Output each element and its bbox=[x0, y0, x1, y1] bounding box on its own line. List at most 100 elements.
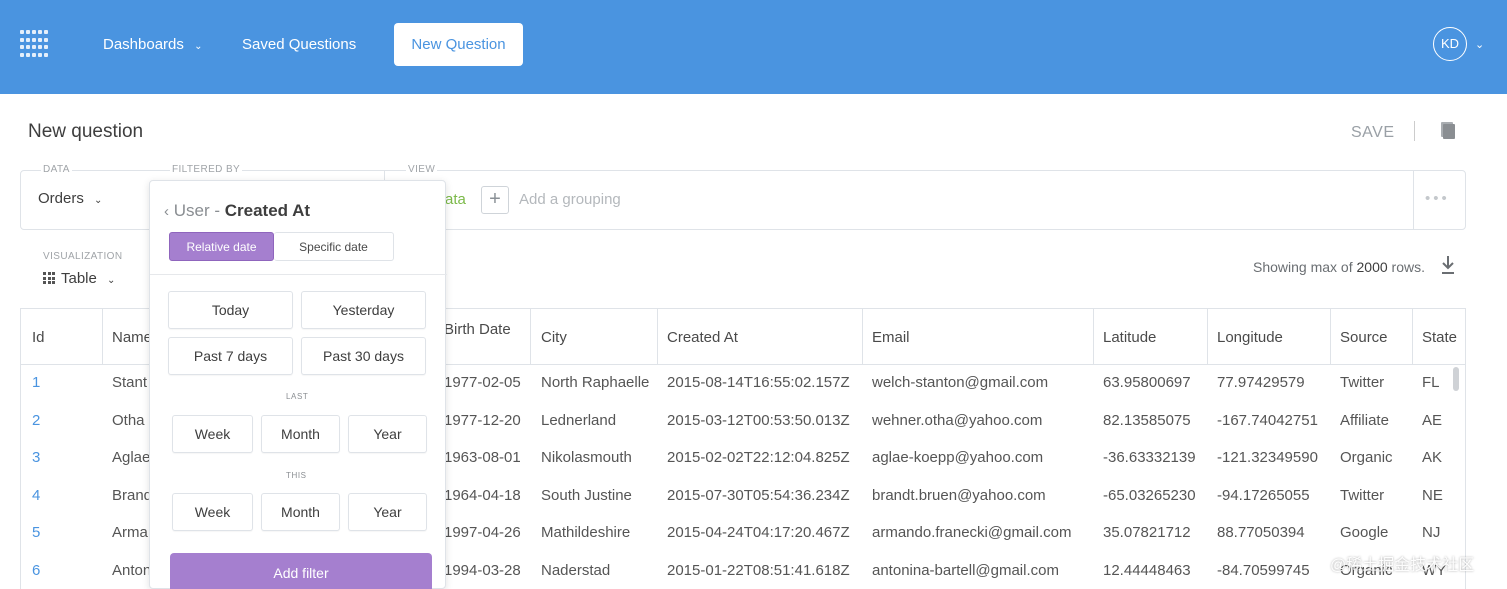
table-cell-email: brandt.bruen@yahoo.com bbox=[872, 486, 1046, 504]
nav-dashboards-label: Dashboards bbox=[103, 36, 184, 53]
table-cell-source: Google bbox=[1340, 524, 1389, 541]
chevron-down-icon[interactable]: ⌄ bbox=[1475, 38, 1484, 51]
past-30-days-button[interactable]: Past 30 days bbox=[301, 337, 426, 375]
filter-field-breadcrumb[interactable]: ‹ User - Created At bbox=[164, 201, 310, 221]
table-cell-name: Arma bbox=[112, 524, 148, 541]
nav-saved-questions[interactable]: Saved Questions bbox=[242, 36, 356, 53]
this-year-button[interactable]: Year bbox=[348, 493, 427, 531]
document-icon[interactable] bbox=[1440, 121, 1455, 139]
table-cell-city: Naderstad bbox=[541, 561, 611, 579]
past-7-days-button[interactable]: Past 7 days bbox=[168, 337, 293, 375]
table-cell-source: Affiliate bbox=[1340, 411, 1389, 429]
table-cell-id[interactable]: 4 bbox=[32, 487, 40, 504]
nav-dashboards[interactable]: Dashboards ⌄ bbox=[103, 36, 202, 53]
tab-specific-date[interactable]: Specific date bbox=[274, 232, 394, 261]
column-header-created-at[interactable]: Created At bbox=[667, 329, 738, 346]
row-count-value: 2000 bbox=[1356, 259, 1388, 275]
save-button[interactable]: SAVE bbox=[1351, 124, 1395, 142]
column-divider bbox=[530, 309, 531, 364]
table-cell-created-at: 2015-03-12T00:53:50.013Z bbox=[667, 411, 850, 429]
table-cell-created-at: 2015-02-02T22:12:04.825Z bbox=[667, 449, 850, 466]
column-divider bbox=[102, 309, 103, 364]
download-icon[interactable] bbox=[1441, 255, 1455, 275]
watermark: @稀土掘金技术社区 bbox=[1330, 557, 1475, 574]
table-cell-id[interactable]: 5 bbox=[32, 524, 40, 541]
column-header-source[interactable]: Source bbox=[1340, 329, 1388, 346]
this-month-button[interactable]: Month bbox=[261, 493, 340, 531]
visualization-value: Table bbox=[61, 270, 97, 287]
table-cell-longitude: -84.70599745 bbox=[1217, 561, 1310, 579]
data-source-label: Orders bbox=[38, 190, 84, 207]
more-options-icon[interactable]: ••• bbox=[1425, 190, 1450, 207]
filtered-by-section-label: FILTERED BY bbox=[170, 164, 243, 175]
metabase-logo-icon[interactable] bbox=[20, 30, 50, 58]
chevron-down-icon: ⌄ bbox=[194, 41, 203, 52]
user-avatar[interactable]: KD bbox=[1433, 27, 1467, 61]
header-divider bbox=[1414, 121, 1415, 141]
visualization-selector[interactable]: Table ⌄ bbox=[43, 270, 115, 287]
table-cell-created-at: 2015-01-22T08:51:41.618Z bbox=[667, 561, 850, 579]
table-cell-name: Aglae bbox=[112, 449, 151, 466]
table-cell-source: Twitter bbox=[1340, 486, 1385, 504]
table-cell-city: Mathildeshire bbox=[541, 524, 631, 541]
column-divider bbox=[1330, 309, 1331, 364]
table-cell-email: wehner.otha@yahoo.com bbox=[872, 411, 1043, 429]
table-cell-longitude: -94.17265055 bbox=[1217, 486, 1310, 504]
table-cell-city: North Raphaelle bbox=[541, 374, 650, 391]
table-cell-longitude: 77.97429579 bbox=[1217, 374, 1305, 391]
table-cell-latitude: -36.63332139 bbox=[1103, 449, 1196, 466]
filter-table-name: User - bbox=[173, 201, 221, 220]
tab-relative-date[interactable]: Relative date bbox=[169, 232, 274, 261]
table-cell-email: welch-stanton@gmail.com bbox=[872, 374, 1049, 391]
column-header-id[interactable]: Id bbox=[32, 329, 45, 346]
table-cell-longitude: -167.74042751 bbox=[1217, 411, 1318, 429]
this-week-button[interactable]: Week bbox=[172, 493, 253, 531]
column-header-email[interactable]: Email bbox=[872, 329, 910, 346]
table-cell-id[interactable]: 6 bbox=[32, 562, 40, 579]
filter-popover: ‹ User - Created At Relative date Specif… bbox=[149, 180, 447, 589]
table-cell-email: antonina-bartell@gmail.com bbox=[872, 561, 1059, 579]
column-header-state[interactable]: State bbox=[1422, 329, 1457, 346]
table-cell-id[interactable]: 2 bbox=[32, 412, 40, 429]
column-header-longitude[interactable]: Longitude bbox=[1217, 329, 1283, 346]
view-raw-data[interactable]: ata bbox=[445, 191, 466, 208]
last-month-button[interactable]: Month bbox=[261, 415, 340, 453]
table-cell-id[interactable]: 1 bbox=[32, 374, 40, 391]
yesterday-button[interactable]: Yesterday bbox=[301, 291, 426, 329]
filter-field-name: Created At bbox=[224, 201, 311, 220]
column-header-birth-date[interactable]: Birth Date bbox=[444, 321, 511, 338]
table-cell-latitude: 63.95800697 bbox=[1103, 374, 1191, 391]
column-header-name[interactable]: Name bbox=[112, 329, 152, 346]
add-grouping-plus-icon[interactable]: + bbox=[481, 186, 509, 214]
today-button[interactable]: Today bbox=[168, 291, 293, 329]
popover-divider bbox=[150, 274, 447, 275]
column-divider bbox=[862, 309, 863, 364]
table-cell-name: Stant bbox=[112, 374, 148, 391]
table-cell-city: Nikolasmouth bbox=[541, 449, 632, 466]
table-cell-latitude: 82.13585075 bbox=[1103, 411, 1191, 429]
scrollbar-thumb[interactable] bbox=[1453, 367, 1459, 391]
table-cell-id[interactable]: 3 bbox=[32, 449, 40, 466]
last-week-button[interactable]: Week bbox=[172, 415, 253, 453]
column-header-city[interactable]: City bbox=[541, 329, 567, 346]
data-source-selector[interactable]: Orders ⌄ bbox=[38, 190, 102, 207]
view-section-label: VIEW bbox=[406, 164, 438, 175]
nav-new-question-button[interactable]: New Question bbox=[394, 23, 523, 66]
row-count-text: Showing max of 2000 rows. bbox=[1253, 259, 1425, 275]
add-filter-button[interactable]: Add filter bbox=[170, 553, 432, 589]
visualization-label: VISUALIZATION bbox=[41, 251, 125, 262]
table-cell-longitude: -121.32349590 bbox=[1217, 449, 1318, 466]
column-header-latitude[interactable]: Latitude bbox=[1103, 329, 1156, 346]
chevron-left-icon[interactable]: ‹ bbox=[164, 203, 169, 220]
add-grouping-link[interactable]: Add a grouping bbox=[519, 191, 621, 208]
table-cell-city: Lednerland bbox=[541, 411, 617, 429]
table-cell-birth-date: 1963-08-01 bbox=[444, 449, 521, 466]
table-cell-birth-date: 1977-02-05 bbox=[444, 374, 521, 391]
table-cell-created-at: 2015-08-14T16:55:02.157Z bbox=[667, 374, 850, 391]
table-cell-birth-date: 1997-04-26 bbox=[444, 524, 521, 541]
table-cell-name: Brand bbox=[112, 486, 153, 504]
last-year-button[interactable]: Year bbox=[348, 415, 427, 453]
table-cell-birth-date: 1964-04-18 bbox=[444, 486, 521, 504]
builder-divider bbox=[1413, 171, 1414, 229]
page-title: New question bbox=[28, 121, 144, 142]
